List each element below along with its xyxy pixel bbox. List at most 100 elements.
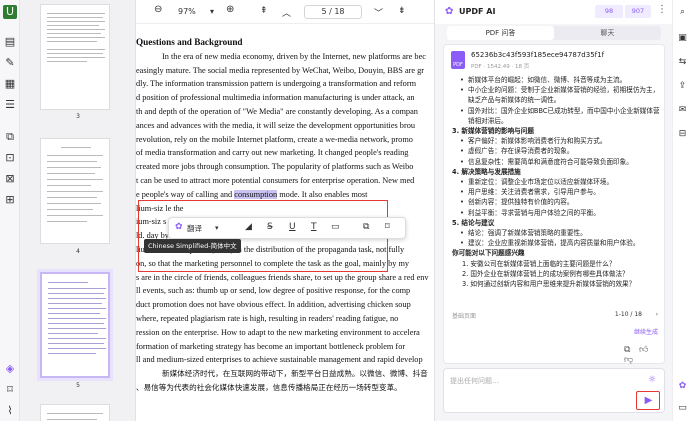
thumbnail-page-selected[interactable] <box>40 272 110 378</box>
ai-icon[interactable]: ✿ <box>175 222 183 232</box>
file-name: 65236b3c43f593f185ece94787d35f1f <box>471 51 605 59</box>
text-line: formation of marketing strategy has beco… <box>136 341 406 351</box>
text-line: of media transformation and carry out ne… <box>136 148 409 158</box>
underline-icon[interactable]: U <box>289 222 296 232</box>
comment-icon[interactable]: ▭ <box>331 222 340 232</box>
reader-icon[interactable]: ▤ <box>3 35 17 49</box>
send-icon[interactable]: ▶ <box>641 394 656 407</box>
email-icon[interactable]: ✉ <box>676 104 689 117</box>
ai-panel: ✿ UPDF AI 98 907 ⋮ PDF 问答 聊天 PDF 65236b3… <box>434 0 673 421</box>
suggested-question[interactable]: 3. 如何通过创新内容和用户思维来提升新媒体营销的效果？ <box>452 279 662 289</box>
comment-icon[interactable]: ✎ <box>3 56 17 70</box>
text-line: duct promotion does not have obvious eff… <box>136 300 411 310</box>
text-line: 新媒体经济时代，在互联网的带动下，新型平台日益成熟。以微信、微博、抖音 <box>162 369 428 379</box>
text-line: th and depth of the operation of "We Med… <box>136 106 418 116</box>
protect-icon[interactable]: ⊠ <box>3 172 17 186</box>
pdf-file-icon: PDF <box>451 51 465 69</box>
document-view: ⊖ 97% ▾ ⊕ ⇞ ︿ 5 / 18 ﹀ ⇟ Questions and B… <box>136 0 434 421</box>
bookmark-icon[interactable]: ⌑ <box>3 383 17 397</box>
translate-button[interactable]: 翻译 <box>187 223 202 234</box>
prompt-bulb-icon[interactable]: ☼ <box>648 375 656 385</box>
page-counter: 1-10 / 18 <box>614 311 642 318</box>
organize-icon[interactable]: ⧉ <box>3 130 17 144</box>
continue-link[interactable]: 继续生成 <box>452 327 658 336</box>
form-icon[interactable]: ☰ <box>3 98 17 112</box>
zoom-in-icon[interactable]: ⊕ <box>226 4 234 15</box>
text-line: t can be used to attract more potential … <box>136 175 415 185</box>
source-label[interactable]: 基础页面 <box>452 313 476 320</box>
continue-label[interactable]: 继续生成 <box>634 329 658 336</box>
app-logo-icon[interactable]: U <box>3 5 17 19</box>
ai-response-body: 新媒体平台的崛起：如微信、微博、抖音等成为主流。中小企业的问题：受制于企业新媒体… <box>452 75 662 289</box>
save-icon[interactable]: ⊟ <box>676 128 689 141</box>
attachment-icon[interactable]: ⌇ <box>3 404 17 418</box>
tab-chat[interactable]: 聊天 <box>554 26 661 40</box>
convert-icon[interactable]: ⇆ <box>676 56 689 69</box>
text-line: 、易信等为代表的社会化媒体快速发展，信息传播格局正在经历一场转型变革。 <box>136 382 402 392</box>
thumbnail-page[interactable] <box>40 138 110 244</box>
text-line: easingly mature. The social media repres… <box>136 65 425 75</box>
text-line: In the era of new media economy, driven … <box>162 51 426 61</box>
page-separator: / <box>329 7 332 16</box>
strikethrough-icon[interactable]: S̶ <box>267 222 273 232</box>
text-line: d position of professional multimedia in… <box>136 93 415 103</box>
thumb-down-icon[interactable]: 👎︎ <box>624 355 633 365</box>
text-line: ression on the enterprise. How to adapt … <box>136 327 420 337</box>
page-current[interactable]: 5 <box>321 7 326 16</box>
ai-header: ✿ UPDF AI 98 907 ⋮ <box>435 0 673 24</box>
chevron-right-icon[interactable]: › <box>656 311 658 318</box>
response-bullet: 中小企业的问题：受制于企业新媒体营销的经验，初期模仿为主，缺乏产品与新媒体的统一… <box>452 85 662 105</box>
text-line: created more jobs through consumption. T… <box>136 162 414 172</box>
last-page-icon[interactable]: ⇟ <box>398 6 406 16</box>
copy-icon[interactable]: ⧉ <box>624 345 630 355</box>
doc-toolbar: ⊖ 97% ▾ ⊕ ⇞ ︿ 5 / 18 ﹀ ⇟ <box>136 0 434 24</box>
zoom-level[interactable]: 97% <box>178 7 196 16</box>
zoom-dropdown-icon[interactable]: ▾ <box>210 7 214 16</box>
bookmark-icon[interactable]: ⌑ <box>385 222 390 232</box>
right-toolbar: ⌕ ▣ ⇆ ⇪ ✉ ⊟ ✿ ▭ <box>672 0 691 421</box>
ai-input-placeholder[interactable]: 提出任何问题… <box>450 376 499 386</box>
highlighted-word: consumption <box>234 189 278 199</box>
text-line: s are in the circle of friends, colleagu… <box>136 272 429 282</box>
text-span: mode. It also enables most <box>277 189 368 199</box>
crop-icon[interactable]: ⊡ <box>3 151 17 165</box>
thumb-up-icon[interactable]: 👍︎ <box>639 345 648 355</box>
thumbnail-page[interactable] <box>40 4 110 110</box>
edit-icon[interactable]: ▦ <box>3 77 17 91</box>
response-actions: ⧉ 👍︎ 👎︎ <box>624 345 664 365</box>
zoom-out-icon[interactable]: ⊖ <box>154 4 162 15</box>
ai-assistant-icon[interactable]: ✿ <box>676 380 689 393</box>
prev-page-icon[interactable]: ︿ <box>282 6 291 19</box>
ocr-icon[interactable]: ▣ <box>676 32 689 45</box>
card-footer: 基础页面 1-10 / 18 › <box>452 311 658 320</box>
highlight-icon[interactable]: ◢ <box>245 222 252 232</box>
response-bullet: 用户思维：关注消费者需求，引导用户参与。 <box>452 187 662 197</box>
selection-popup-toolbar: ✿ 翻译 ▾ ◢ S̶ U T ▭ ⧉ ⌑ <box>168 217 406 239</box>
ai-input-box[interactable]: 提出任何问题… ☼ ▶ <box>443 368 665 413</box>
ai-response-card: PDF 65236b3c43f593f185ece94787d35f1f PDF… <box>443 44 665 365</box>
search-icon[interactable]: ⌕ <box>676 6 689 19</box>
translate-dropdown-icon[interactable]: ▾ <box>215 224 219 232</box>
credit-badge[interactable]: 98 <box>595 5 623 18</box>
response-section-heading: 5. 结论与建议 <box>452 218 495 227</box>
chat-icon[interactable]: ▭ <box>676 402 689 415</box>
copy-icon[interactable]: ⧉ <box>363 222 369 232</box>
ai-mode-tabs: PDF 问答 聊天 <box>447 26 661 40</box>
tab-pdf-qa[interactable]: PDF 问答 <box>447 26 554 40</box>
first-page-icon[interactable]: ⇞ <box>260 6 268 16</box>
suggested-question[interactable]: 1. 安徽公司在新媒体营销上面临的主要问题是什么？ <box>452 259 662 269</box>
response-bullet: 结论：强调了新媒体营销策略的重要性。 <box>452 228 662 238</box>
share-icon[interactable]: ⇪ <box>676 80 689 93</box>
text-box-icon[interactable]: T <box>311 222 317 232</box>
suggested-question[interactable]: 2. 国外企业在新媒体营销上的成功案例有哪些具体做法？ <box>452 269 662 279</box>
more-icon[interactable]: ⋮ <box>657 4 667 15</box>
token-badge[interactable]: 907 <box>625 5 651 18</box>
page-indicator[interactable]: 5 / 18 <box>304 5 362 19</box>
stamp-icon[interactable]: ⊞ <box>3 193 17 207</box>
thumbnail-page[interactable] <box>40 404 110 421</box>
response-bullet: 新媒体平台的崛起：如微信、微博、抖音等成为主流。 <box>452 75 662 85</box>
response-bullet: 国外对比：国外企业如BBC已成功转型，而中国中小企业新媒体营销相对滞后。 <box>452 106 662 126</box>
response-bullet: 利益平衡：寻求营销与用户体验之间的平衡。 <box>452 208 662 218</box>
layers-icon[interactable]: ◈ <box>3 362 17 376</box>
next-page-icon[interactable]: ﹀ <box>374 6 383 19</box>
